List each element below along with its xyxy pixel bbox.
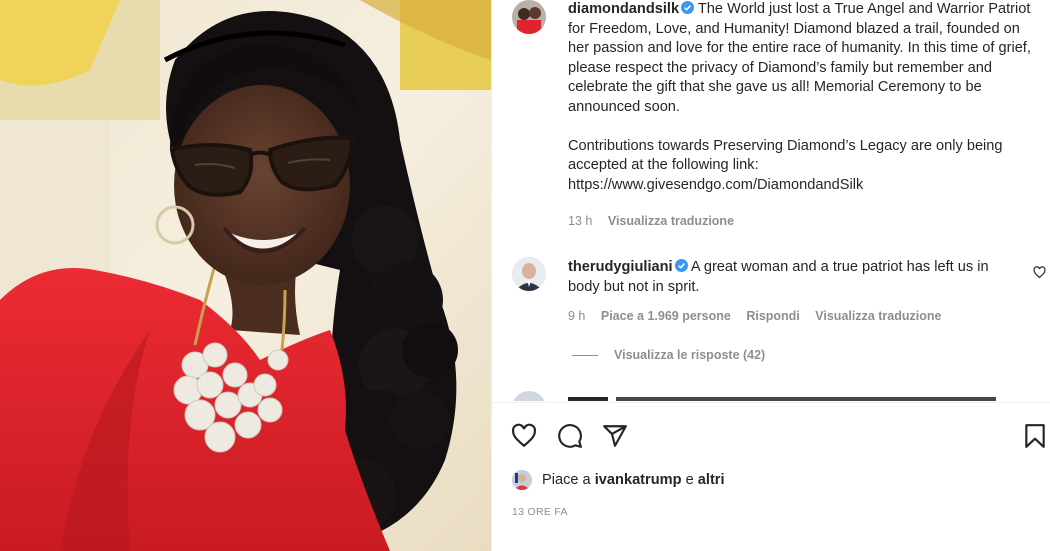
caption-paragraph-2: Contributions towards Preserving Diamond… [568, 137, 1003, 193]
portrait-image [0, 0, 491, 551]
likes-prefix: Piace a [542, 472, 591, 488]
action-bar [492, 415, 1050, 455]
caption-meta: 13 h Visualizza traduzione [568, 214, 746, 228]
share-icon[interactable] [602, 423, 628, 449]
comment-translate-link[interactable]: Visualizza traduzione [815, 309, 941, 323]
section-divider [492, 402, 1050, 403]
liker-username[interactable]: ivankatrump [595, 472, 682, 488]
comments-section[interactable]: diamondandsilk The World just lost a Tru… [492, 0, 1050, 401]
caption-paragraph-1: diamondandsilk The World just lost a Tru… [568, 0, 1038, 117]
caption-author-avatar[interactable] [512, 0, 546, 34]
verified-badge-icon [681, 1, 695, 14]
caption: diamondandsilk The World just lost a Tru… [568, 0, 1038, 195]
comment-reply-link[interactable]: Rispondi [746, 309, 799, 323]
comment-time: 9 h [568, 309, 586, 323]
likes-text: Piace a ivankatrump e altri [542, 472, 725, 488]
next-comment-cutoff [513, 391, 996, 401]
caption-username[interactable]: diamondandsilk [568, 1, 679, 17]
bookmark-icon[interactable] [1022, 423, 1048, 449]
comment-username[interactable]: therudygiuliani [568, 259, 673, 275]
view-replies-button[interactable]: Visualizza le risposte (42) [572, 348, 765, 362]
post-time-ago[interactable]: 13 ORE FA [512, 506, 568, 518]
likes-others-link[interactable]: altri [698, 472, 725, 488]
comment-body: therudygiuliani A great woman and a true… [568, 258, 1020, 297]
liker-avatar[interactable] [512, 470, 532, 490]
likes-mid: e [685, 472, 694, 488]
caption-text-1: The World just lost a True Angel and War… [568, 1, 1031, 115]
caption-translate-link[interactable]: Visualizza traduzione [608, 214, 734, 228]
post-photo [0, 0, 491, 551]
post-details-panel: diamondandsilk The World just lost a Tru… [491, 0, 1050, 551]
comment-author-avatar[interactable] [512, 257, 546, 291]
comment: therudygiuliani A great woman and a true… [568, 258, 1020, 297]
caption-time: 13 h [568, 214, 593, 228]
view-replies-label: Visualizza le risposte (42) [614, 348, 766, 362]
comment-like-heart-icon[interactable] [1033, 266, 1046, 279]
comment-icon[interactable] [557, 423, 583, 449]
heart-icon[interactable] [511, 423, 537, 449]
comment-meta: 9 h Piace a 1.969 persone Rispondi Visua… [568, 309, 953, 323]
verified-badge-icon [674, 259, 688, 272]
replies-divider-line [572, 355, 598, 357]
comment-likes-count[interactable]: Piace a 1.969 persone [601, 309, 731, 323]
